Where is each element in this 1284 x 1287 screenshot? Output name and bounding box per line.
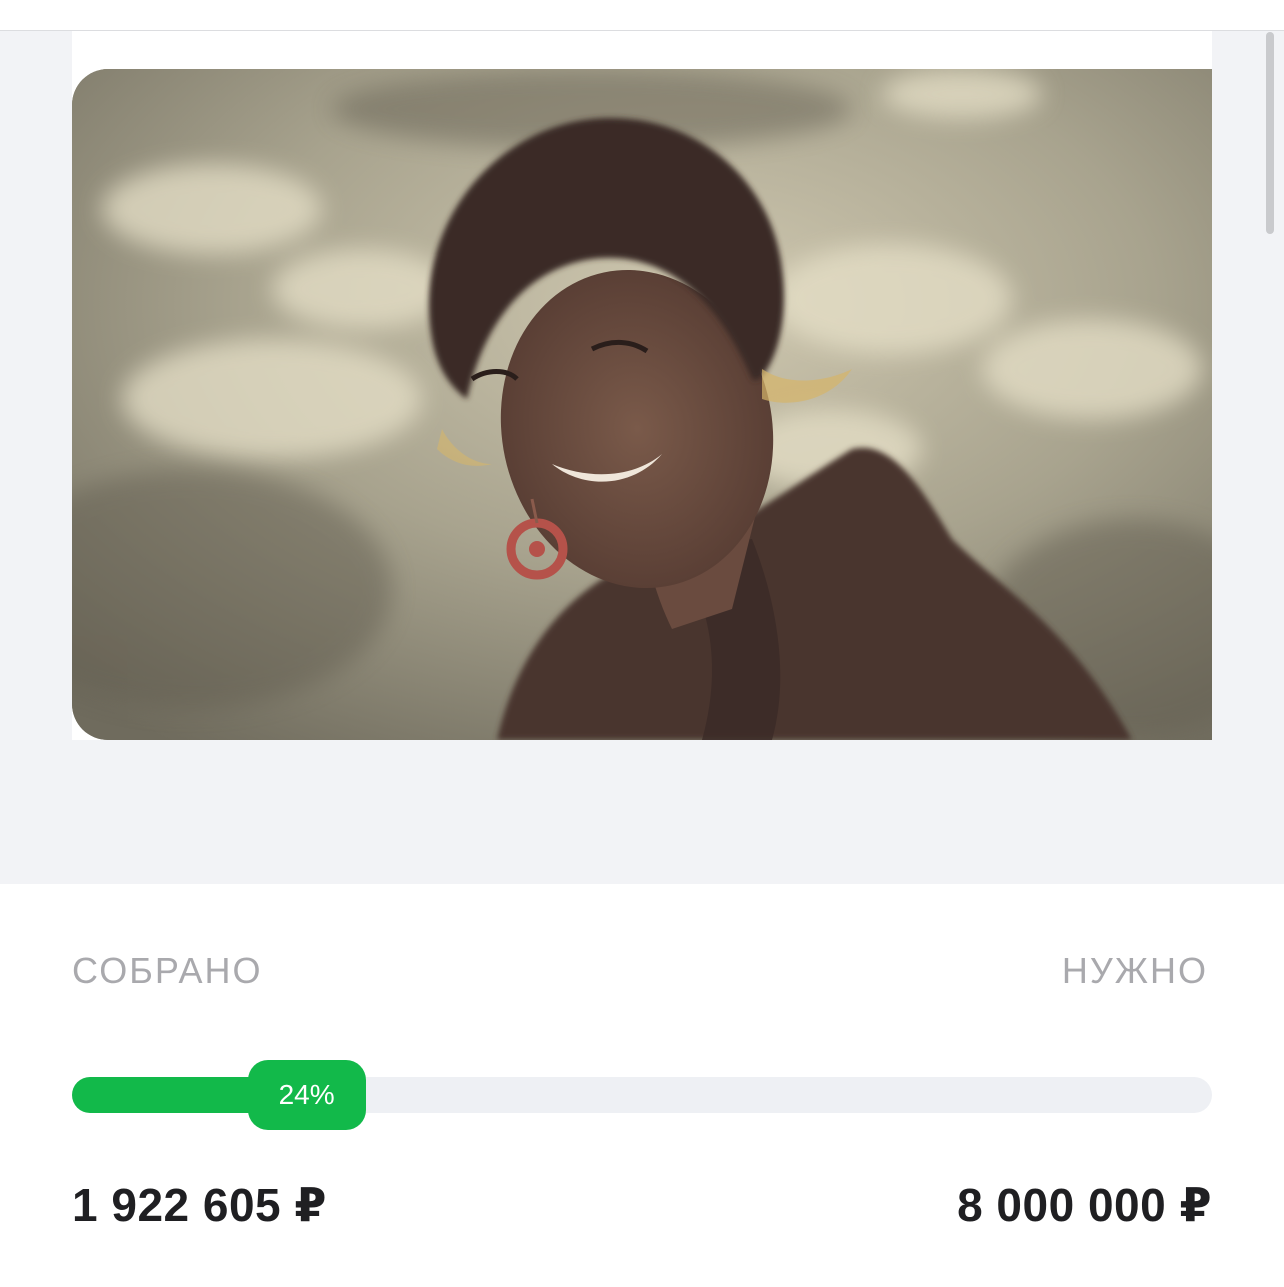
needed-label: НУЖНО [1061,950,1208,991]
progress-percent-badge: 24% [247,1060,366,1130]
top-bar [0,0,1284,31]
campaign-photo [72,69,1212,740]
collected-label: СОБРАНО [72,950,263,991]
scrollbar-thumb[interactable] [1266,32,1274,234]
progress-bar [72,1077,1212,1113]
needed-amount: 8 000 000 ₽ [957,1179,1212,1231]
collected-amount: 1 922 605 ₽ [72,1179,327,1231]
